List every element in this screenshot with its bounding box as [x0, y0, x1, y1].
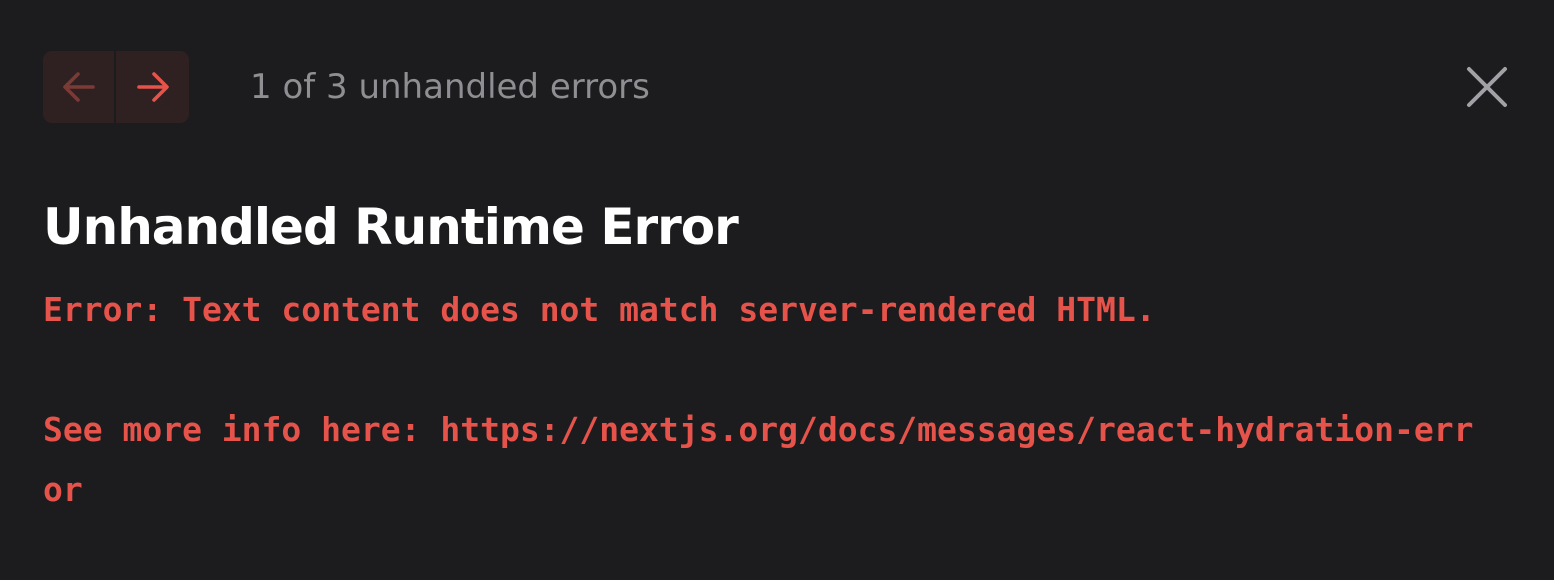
error-overlay: 1 of 3 unhandled errors Unhandled Runtim… — [0, 0, 1554, 580]
error-title: Unhandled Runtime Error — [43, 198, 739, 256]
arrow-right-icon — [136, 72, 169, 102]
error-message: Error: Text content does not match serve… — [43, 280, 1483, 520]
error-message-line: Error: Text content does not match serve… — [43, 290, 1156, 329]
error-navigation — [43, 51, 189, 123]
previous-error-button[interactable] — [43, 51, 116, 123]
arrow-left-icon — [62, 72, 95, 102]
error-overlay-header: 1 of 3 unhandled errors — [43, 51, 1511, 123]
next-error-button[interactable] — [116, 51, 189, 123]
error-help-link-text: See more info here: https://nextjs.org/d… — [43, 410, 1474, 509]
close-icon — [1467, 67, 1507, 107]
close-button[interactable] — [1463, 63, 1511, 111]
error-pagination: 1 of 3 unhandled errors — [250, 67, 650, 107]
